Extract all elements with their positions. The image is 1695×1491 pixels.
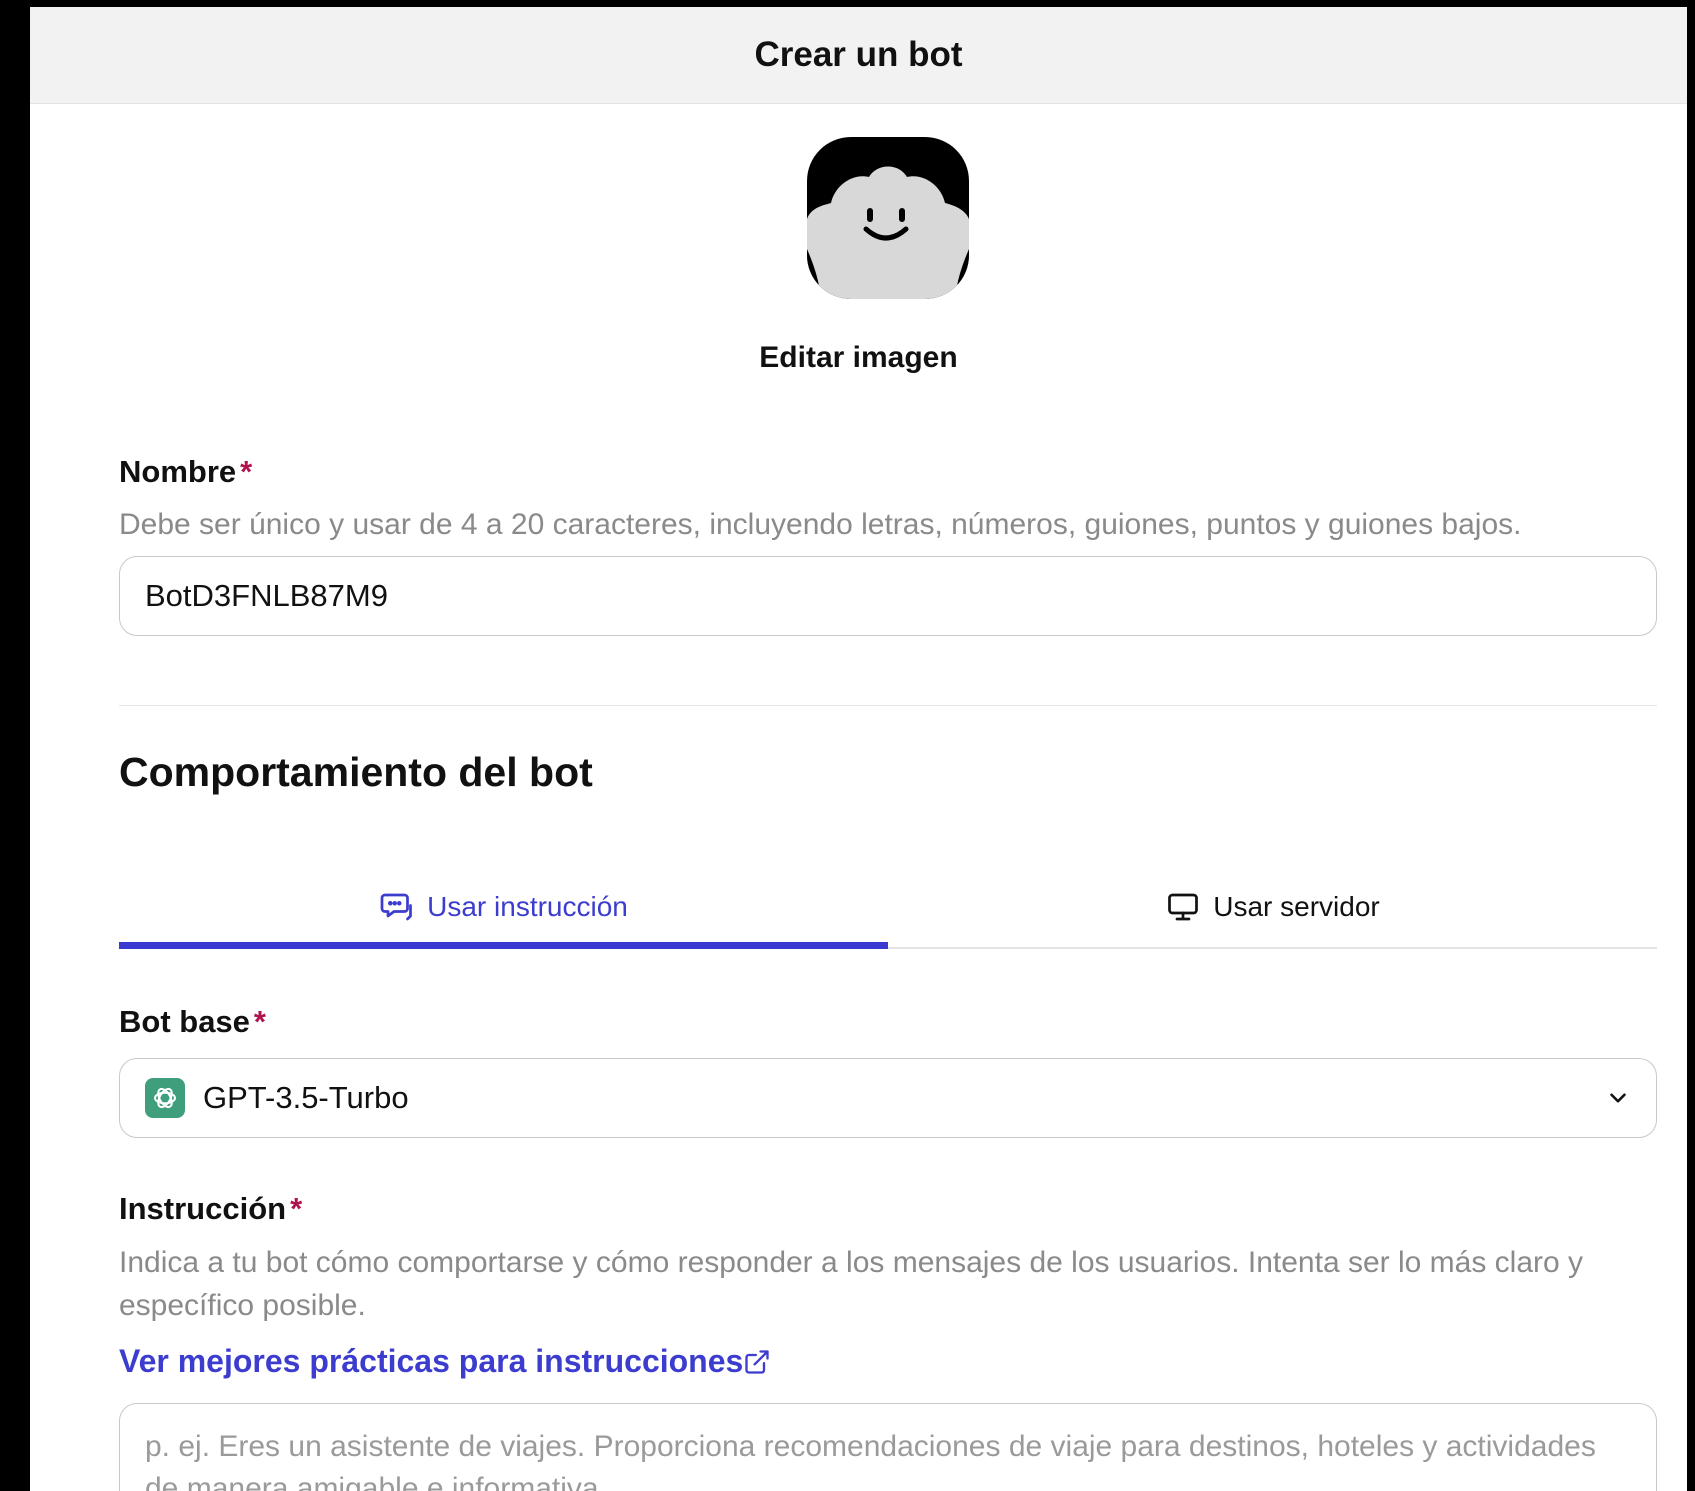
section-divider: [119, 705, 1657, 706]
instruction-placeholder: p. ej. Eres un asistente de viajes. Prop…: [145, 1430, 1596, 1491]
best-practices-link-text: Ver mejores prácticas para instrucciones: [119, 1343, 744, 1379]
chat-bubble-icon: [380, 893, 412, 921]
base-bot-label: Bot base *: [119, 1004, 266, 1040]
best-practices-link[interactable]: Ver mejores prácticas para instrucciones: [119, 1343, 771, 1380]
modal-header: Crear un bot: [30, 7, 1687, 104]
monitor-icon: [1168, 893, 1199, 921]
instruction-label-text: Instrucción: [119, 1191, 287, 1226]
bot-avatar[interactable]: [807, 137, 969, 299]
edit-image-button[interactable]: Editar imagen: [30, 341, 1687, 375]
instruction-textarea[interactable]: p. ej. Eres un asistente de viajes. Prop…: [119, 1403, 1657, 1491]
required-mark: *: [290, 1191, 303, 1226]
external-link-icon: [745, 1349, 769, 1374]
tab-use-instruction[interactable]: Usar instrucción: [119, 867, 888, 947]
instruction-help-text: Indica a tu bot cómo comportarse y cómo …: [119, 1246, 1584, 1322]
page-title: Crear un bot: [754, 35, 963, 74]
behavior-tabs: Usar instrucción Usar servidor: [119, 867, 1657, 949]
required-mark: *: [253, 1004, 266, 1039]
behavior-section-title: Comportamiento del bot: [119, 749, 593, 795]
base-bot-label-text: Bot base: [119, 1004, 250, 1039]
base-bot-select[interactable]: GPT-3.5-Turbo: [119, 1058, 1657, 1138]
openai-logo-shape: [154, 1087, 176, 1109]
instruction-label: Instrucción *: [119, 1191, 302, 1227]
name-label-text: Nombre: [119, 454, 237, 489]
base-bot-selected-value: GPT-3.5-Turbo: [203, 1080, 409, 1115]
name-help-text: Debe ser único y usar de 4 a 20 caracter…: [119, 508, 1522, 541]
tab-use-server-label: Usar servidor: [1213, 891, 1380, 922]
tab-use-instruction-label: Usar instrucción: [427, 891, 628, 922]
active-tab-indicator: [119, 942, 888, 949]
create-bot-panel: Crear un bot Editar imagen Nombre * Debe …: [30, 7, 1687, 1491]
name-input-value: BotD3FNLB87M9: [145, 578, 388, 613]
required-mark: *: [240, 454, 253, 489]
openai-icon: [145, 1078, 185, 1118]
avatar-face-icon: [807, 137, 969, 299]
chevron-down-icon: [1605, 1085, 1631, 1111]
name-input[interactable]: BotD3FNLB87M9: [119, 556, 1657, 636]
name-label: Nombre *: [119, 454, 252, 490]
tab-use-server[interactable]: Usar servidor: [888, 867, 1657, 947]
